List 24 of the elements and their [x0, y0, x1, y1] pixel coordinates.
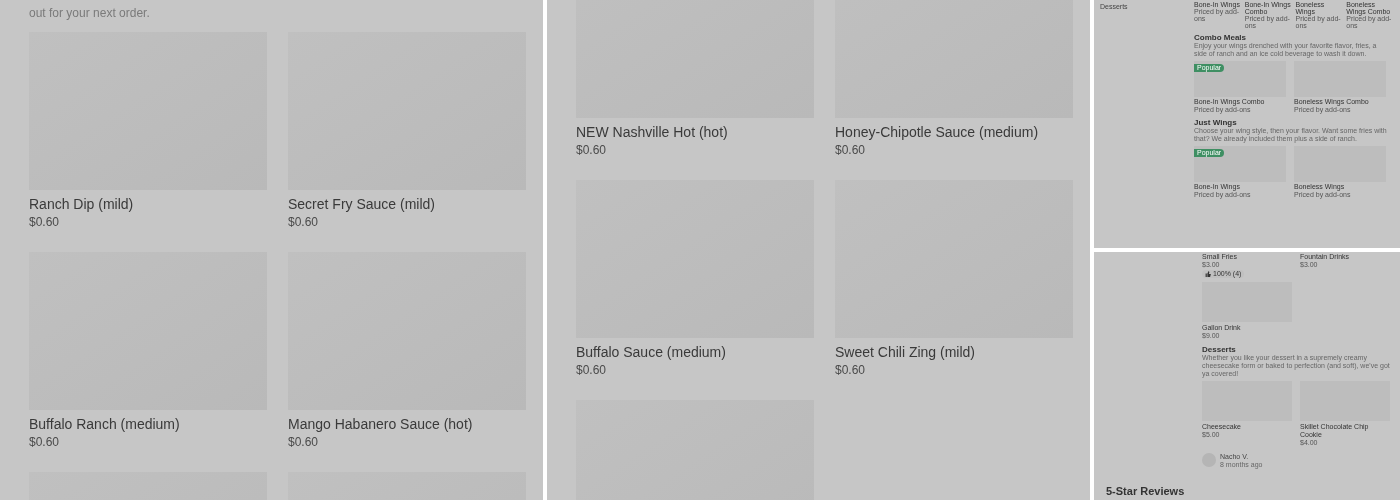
item-name[interactable]: Sweet Chili Zing (mild) [835, 342, 1073, 362]
section-description: out for your next order. [29, 5, 151, 22]
section-heading: 5-Star Reviews [1106, 485, 1186, 498]
section-heading: Just Wings [1194, 118, 1238, 127]
item-name[interactable]: Ranch Dip (mild) [29, 194, 267, 214]
section-heading: Combo Meals [1194, 33, 1247, 42]
thumbs-up-icon [1205, 271, 1211, 277]
item-price: $0.60 [288, 214, 320, 230]
image-placeholder[interactable] [1194, 146, 1286, 182]
item-name[interactable]: Honey-Chipotle Sauce (medium) [835, 122, 1073, 142]
item-price: $0.60 [835, 362, 867, 378]
item-price: $0.60 [29, 434, 61, 450]
item-price: $0.60 [288, 434, 320, 450]
item-price: $0.60 [576, 362, 608, 378]
item-name[interactable]: Mango Habanero Sauce (hot) [288, 414, 526, 434]
item-name[interactable]: NEW Nashville Hot (hot) [576, 122, 814, 142]
item-name[interactable]: Buffalo Ranch (medium) [29, 414, 267, 434]
item-name[interactable]: Buffalo Sauce (medium) [576, 342, 814, 362]
item-price: $0.60 [29, 214, 61, 230]
item-name[interactable]: Secret Fry Sauce (mild) [288, 194, 526, 214]
image-placeholder[interactable] [1194, 61, 1286, 97]
section-heading: Desserts [1202, 345, 1237, 354]
item-price: $0.60 [576, 142, 608, 158]
item-price: $0.60 [835, 142, 867, 158]
